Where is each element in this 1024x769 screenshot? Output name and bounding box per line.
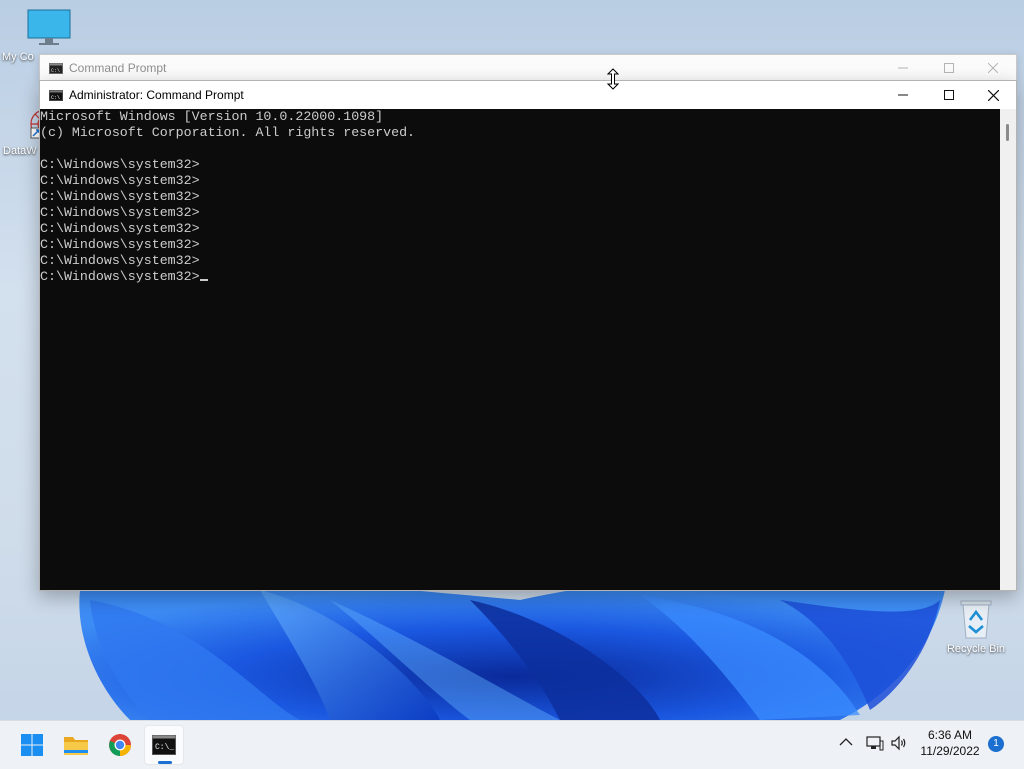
start-icon [21,734,43,756]
vertical-scrollbar[interactable] [1000,109,1016,590]
taskbar-chrome[interactable] [100,725,140,765]
volume-icon [891,735,906,751]
minimize-button[interactable] [880,55,926,81]
text-cursor [199,279,208,281]
notification-badge[interactable]: 1 [988,736,1004,752]
close-icon [988,63,998,73]
network-icon [866,736,884,751]
desktop-icon-label: Recycle Bin [946,643,1006,655]
close-button[interactable] [970,55,1016,81]
minimize-icon [898,94,908,96]
window-title: Administrator: Command Prompt [69,88,244,102]
maximize-button[interactable] [926,55,972,81]
maximize-button[interactable] [926,81,972,109]
clock-time: 6:36 AM [927,728,973,742]
svg-text:C:\: C:\ [51,95,60,101]
monitor-icon [27,9,70,45]
console-prompt: C:\Windows\system32> [40,269,200,284]
console-line: Microsoft Windows [Version 10.0.22000.10… [40,109,384,124]
console-line: C:\Windows\system32> [40,157,200,172]
console-line: C:\Windows\system32> [40,221,200,236]
maximize-icon [944,63,954,73]
close-icon [987,89,999,101]
console-line: C:\Windows\system32> [40,205,200,220]
network-tray-button[interactable] [866,735,884,754]
console-line: (c) Microsoft Corporation. All rights re… [40,125,416,140]
svg-text:C:\: C:\ [51,68,60,74]
taskbar-command-prompt[interactable]: C:\_ [144,725,184,765]
console-line: C:\Windows\system32> [40,253,200,268]
file-explorer-icon [64,737,88,755]
volume-tray-button[interactable] [890,735,908,754]
resize-cursor-icon [606,68,620,93]
clock-date: 11/29/2022 [920,744,980,758]
console-line: C:\Windows\system32> [40,237,200,252]
window-title: Command Prompt [69,61,167,75]
command-prompt-icon: C:\ [49,90,63,104]
taskbar-clock[interactable]: 6:36 AM 11/29/2022 [914,727,986,759]
administrator-command-prompt-window[interactable]: C:\ Administrator: Command Prompt Micros… [39,80,1017,591]
active-app-indicator [158,761,172,764]
console-output[interactable]: Microsoft Windows [Version 10.0.22000.10… [40,109,1000,590]
chevron-up-icon [839,738,853,746]
console-line: C:\Windows\system32> [40,189,200,204]
scrollbar-thumb[interactable] [1006,124,1009,141]
recycle-bin-icon [960,600,992,639]
close-button[interactable] [970,81,1016,109]
background-command-prompt-window[interactable]: C:\ Command Prompt [39,54,1017,81]
minimize-icon [898,67,908,69]
desktop-icon-recycle-bin[interactable]: Recycle Bin [938,596,1014,655]
minimize-button[interactable] [880,81,926,109]
console-line: C:\Windows\system32> [40,173,200,188]
maximize-icon [944,90,954,100]
start-button[interactable] [12,725,52,765]
window-titlebar[interactable]: C:\ Administrator: Command Prompt [40,81,1016,109]
command-prompt-icon: C:\ [49,63,63,77]
show-hidden-icons-button[interactable] [838,734,854,753]
command-prompt-icon: C:\_ [152,735,176,755]
svg-text:C:\_: C:\_ [155,743,174,752]
console-prompt-line[interactable]: C:\Windows\system32> [40,269,1000,285]
taskbar-file-explorer[interactable] [56,725,96,765]
chrome-icon [109,734,131,756]
